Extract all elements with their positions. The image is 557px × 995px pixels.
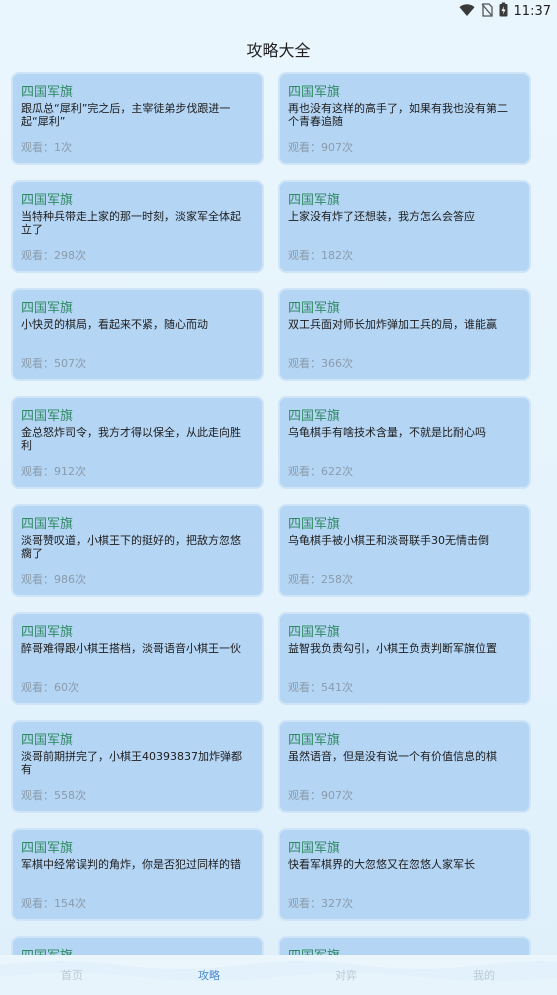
- card-title: 淡哥前期拼完了，小棋王40393837加炸弹都有: [21, 750, 242, 776]
- card-view-count: 观看：907次: [288, 789, 353, 802]
- card-category-tag: 四国军旗: [288, 625, 341, 640]
- card-category-tag: 四国军旗: [288, 517, 341, 532]
- guide-card[interactable]: 四国军旗上家没有炸了还想装，我方怎么会答应 观看：182次: [278, 180, 531, 273]
- card-category-tag: 四国军旗: [288, 733, 341, 748]
- card-category-tag: 四国军旗: [21, 85, 74, 100]
- guide-card[interactable]: 四国军旗当特种兵带走上家的那一时刻，淡家军全体起立了观看：298次: [11, 180, 264, 273]
- card-category-tag: 四国军旗: [288, 409, 341, 424]
- card-title: 当特种兵带走上家的那一时刻，淡家军全体起立了: [21, 210, 241, 236]
- guide-card-grid: 四国军旗 跟瓜总“犀利”完之后，主宰徒弟步伐跟进一起“犀利” 观看：1次 四国军旗 再也…: [11, 72, 546, 955]
- guide-card[interactable]: 四国军旗双工兵面对师长加炸弹加工兵的局，谁能赢 观看：366次: [278, 288, 531, 381]
- guide-card[interactable]: 四国军旗: [11, 936, 264, 955]
- card-category-tag: 四国军旗: [21, 841, 74, 856]
- card-view-count: 观看：298次: [21, 249, 86, 262]
- card-title: 醉哥难得跟小棋王搭档，淡哥语音小棋王一伙: [21, 642, 241, 655]
- page-title: 攻略大全: [246, 41, 311, 60]
- card-view-count: 观看：182次: [288, 249, 353, 262]
- guide-card[interactable]: 四国军旗淡哥前期拼完了，小棋王40393837加炸弹都有观看：558次: [11, 720, 264, 813]
- card-category-tag: 四国军旗: [21, 517, 74, 532]
- status-time: 11:37: [513, 3, 551, 19]
- card-view-count: 观看：366次: [288, 357, 353, 370]
- card-category-tag: 四国军旗: [21, 409, 74, 424]
- card-title: 乌龟棋手有啥技术含量，不就是比耐心吗: [288, 426, 486, 439]
- nav-home[interactable]: 首页: [27, 967, 117, 983]
- card-view-count: 观看：986次: [21, 573, 86, 586]
- card-title: 小快灵的棋局，看起来不紧，随心而动: [21, 318, 208, 331]
- card-view-count: 观看：912次: [21, 465, 86, 478]
- guide-card[interactable]: 四国军旗小快灵的棋局，看起来不紧，随心而动 观看：507次: [11, 288, 264, 381]
- card-title: 金总怒炸司令，我方才得以保全，从此走向胜利: [21, 426, 241, 452]
- guide-card[interactable]: 四国军旗虽然语音，但是没有说一个有价值信息的棋 观看：907次: [278, 720, 531, 813]
- card-category-tag: 四国军旗: [288, 945, 340, 955]
- card-title: 虽然语音，但是没有说一个有价值信息的棋: [288, 750, 497, 763]
- guide-card[interactable]: 四国军旗益智我负责勾引，小棋王负责判断军旗位置 观看：541次: [278, 612, 531, 705]
- guide-card[interactable]: 四国军旗乌龟棋手被小棋王和淡哥联手30无情击倒 观看：258次: [278, 504, 531, 597]
- card-category-tag: 四国军旗: [288, 193, 341, 208]
- bottom-nav: 首页 攻略 对弈 我的: [0, 955, 557, 995]
- guide-card[interactable]: 四国军旗醉哥难得跟小棋王搭档，淡哥语音小棋王一伙 观看：60次: [11, 612, 264, 705]
- card-title: 乌龟棋手被小棋王和淡哥联手30无情击倒: [288, 534, 489, 547]
- card-view-count: 观看：327次: [288, 897, 353, 910]
- card-view-count: 观看：622次: [288, 465, 353, 478]
- wifi-icon: [459, 2, 475, 21]
- card-view-count: 观看：507次: [21, 357, 86, 370]
- card-view-count: 观看：60次: [21, 681, 79, 694]
- guide-card[interactable]: 四国军旗金总怒炸司令，我方才得以保全，从此走向胜利观看：912次: [11, 396, 264, 489]
- card-title: 上家没有炸了还想装，我方怎么会答应: [288, 210, 475, 223]
- card-title: 双工兵面对师长加炸弹加工兵的局，谁能赢: [288, 318, 497, 331]
- card-title: 淡哥赞叹道，小棋王下的挺好的，把敌方忽悠瘸了: [21, 534, 241, 560]
- card-category-tag: 四国军旗: [21, 945, 73, 955]
- card-title: 快看军棋界的大忽悠又在忽悠人家军长: [288, 858, 475, 871]
- card-title: 再也没有这样的高手了，如果有我也没有第二个青春追随: [288, 102, 508, 128]
- card-category-tag: 四国军旗: [288, 841, 341, 856]
- card-view-count: 观看：907次: [288, 141, 353, 154]
- card-title: 益智我负责勾引，小棋王负责判断军旗位置: [288, 642, 497, 655]
- status-bar: 11:37: [0, 0, 557, 22]
- card-category-tag: 四国军旗: [21, 193, 74, 208]
- status-icons: 11:37: [459, 2, 551, 20]
- guide-card[interactable]: 四国军旗淡哥赞叹道，小棋王下的挺好的，把敌方忽悠瘸了观看：986次: [11, 504, 264, 597]
- card-title: 跟瓜总“犀利”完之后，主宰徒弟步伐跟进一起“犀利”: [21, 102, 231, 128]
- card-view-count: 观看：558次: [21, 789, 86, 802]
- guide-card[interactable]: 四国军旗乌龟棋手有啥技术含量，不就是比耐心吗 观看：622次: [278, 396, 531, 489]
- card-title: 军棋中经常误判的角炸，你是否犯过同样的错: [21, 858, 241, 871]
- nav-play[interactable]: 对弈: [301, 967, 391, 983]
- card-view-count: 观看：1次: [21, 141, 72, 154]
- card-category-tag: 四国军旗: [21, 625, 74, 640]
- guide-card[interactable]: 四国军旗: [278, 936, 531, 955]
- card-view-count: 观看：258次: [288, 573, 353, 586]
- guide-card[interactable]: 四国军旗再也没有这样的高手了，如果有我也没有第二个青春追随观看：907次: [278, 72, 531, 165]
- guide-card[interactable]: 四国军旗跟瓜总“犀利”完之后，主宰徒弟步伐跟进一起“犀利” 观看：1次: [11, 72, 264, 165]
- card-category-tag: 四国军旗: [288, 85, 341, 100]
- card-category-tag: 四国军旗: [21, 301, 74, 316]
- card-view-count: 观看：541次: [288, 681, 353, 694]
- nav-mine[interactable]: 我的: [439, 967, 529, 983]
- battery-charging-icon: [499, 2, 508, 21]
- card-category-tag: 四国军旗: [288, 301, 341, 316]
- guide-card[interactable]: 四国军旗军棋中经常误判的角炸，你是否犯过同样的错 观看：154次: [11, 828, 264, 921]
- guide-card[interactable]: 四国军旗快看军棋界的大忽悠又在忽悠人家军长 观看：327次: [278, 828, 531, 921]
- no-sim-icon: [481, 2, 493, 21]
- nav-guide[interactable]: 攻略: [164, 967, 254, 983]
- card-category-tag: 四国军旗: [21, 733, 74, 748]
- card-view-count: 观看：154次: [21, 897, 86, 910]
